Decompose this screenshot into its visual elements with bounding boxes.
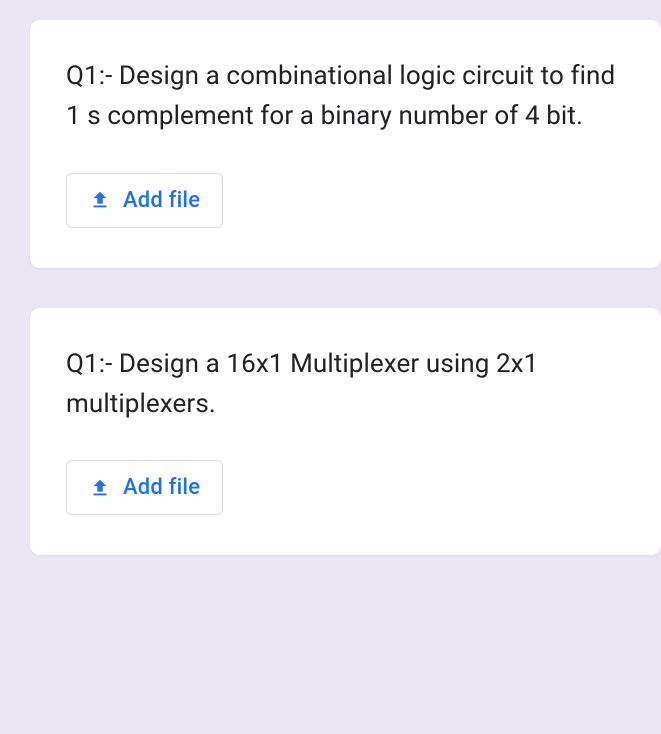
add-file-button[interactable]: Add file <box>66 460 223 515</box>
upload-icon <box>89 189 111 211</box>
add-file-button[interactable]: Add file <box>66 173 223 228</box>
add-file-label: Add file <box>123 188 200 213</box>
add-file-label: Add file <box>123 475 200 500</box>
upload-icon <box>89 477 111 499</box>
question-card: Q1:- Design a 16x1 Multiplexer using 2x1… <box>30 308 661 556</box>
question-text: Q1:- Design a 16x1 Multiplexer using 2x1… <box>66 344 625 425</box>
question-text: Q1:- Design a combinational logic circui… <box>66 56 625 137</box>
question-card: Q1:- Design a combinational logic circui… <box>30 20 661 268</box>
